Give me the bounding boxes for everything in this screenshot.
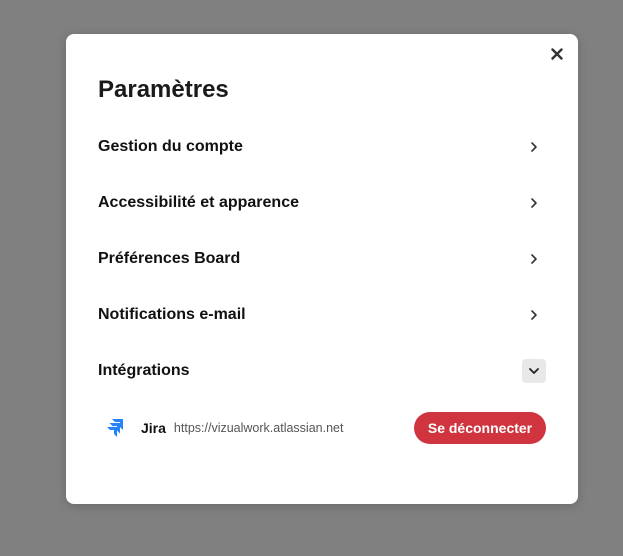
- integration-name: Jira: [141, 420, 166, 436]
- chevron-right-icon: [522, 135, 546, 159]
- chevron-down-icon[interactable]: [522, 359, 546, 383]
- chevron-right-icon: [522, 247, 546, 271]
- modal-title: Paramètres: [98, 76, 229, 103]
- settings-item-accessibility[interactable]: Accessibilité et apparence: [98, 189, 546, 217]
- close-button[interactable]: [549, 46, 565, 62]
- settings-modal: Paramètres Gestion du compte Accessibili…: [66, 34, 578, 504]
- settings-item-label: Préférences Board: [98, 250, 241, 267]
- settings-item-label: Intégrations: [98, 362, 190, 379]
- settings-item-email-notifications[interactable]: Notifications e-mail: [98, 301, 546, 329]
- close-icon: [551, 48, 563, 60]
- chevron-right-icon: [522, 191, 546, 215]
- settings-item-board-preferences[interactable]: Préférences Board: [98, 245, 546, 273]
- jira-logo-icon: [107, 419, 123, 437]
- settings-item-integrations[interactable]: Intégrations: [98, 357, 546, 385]
- settings-item-label: Notifications e-mail: [98, 306, 246, 323]
- settings-item-account[interactable]: Gestion du compte: [98, 133, 546, 161]
- settings-item-label: Gestion du compte: [98, 138, 243, 155]
- integration-row-jira: Jira https://vizualwork.atlassian.net Se…: [106, 412, 546, 444]
- integration-url: https://vizualwork.atlassian.net: [173, 421, 344, 435]
- disconnect-button[interactable]: Se déconnecter: [414, 412, 546, 444]
- chevron-right-icon: [522, 303, 546, 327]
- settings-item-label: Accessibilité et apparence: [98, 194, 299, 211]
